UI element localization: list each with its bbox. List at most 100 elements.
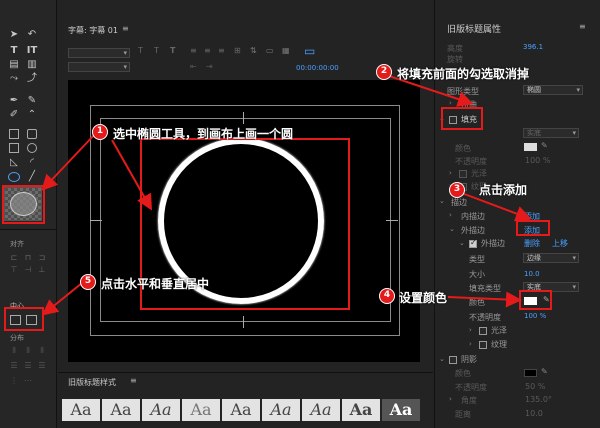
shadow-opacity-value[interactable]: 50 % bbox=[525, 382, 545, 391]
shadow-eyedropper-icon[interactable]: ✎ bbox=[541, 367, 548, 376]
style-tile[interactable]: Aa bbox=[102, 399, 140, 421]
properties-menu-icon[interactable]: ≡ bbox=[579, 22, 586, 31]
add-anchor-tool-icon[interactable]: ✎ bbox=[26, 95, 38, 107]
text-kerning-icon[interactable]: ⇤ bbox=[190, 62, 197, 71]
shadow-checkbox[interactable] bbox=[449, 356, 457, 364]
align-middle-icon[interactable]: ⊣ bbox=[22, 264, 34, 276]
distribute-center-icon[interactable]: ⫴ bbox=[22, 345, 34, 357]
divider bbox=[0, 229, 57, 230]
align-right-icon[interactable]: ⊐ bbox=[36, 252, 48, 264]
rotate-tool-icon[interactable]: ↶ bbox=[26, 29, 38, 41]
style-tile[interactable]: Aa bbox=[182, 399, 220, 421]
panel-menu-icon[interactable]: ≡ bbox=[122, 24, 129, 33]
styles-menu-icon[interactable]: ≡ bbox=[130, 376, 137, 385]
inner-stroke-chevron-icon[interactable]: › bbox=[449, 211, 452, 219]
distribute-v-icon[interactable]: ⋯ bbox=[22, 375, 34, 387]
new-title-icon[interactable]: T bbox=[138, 46, 143, 55]
style-tile[interactable]: Aa bbox=[142, 399, 180, 421]
stroke-texture-checkbox[interactable] bbox=[479, 341, 487, 349]
selection-tool-icon[interactable]: ➤ bbox=[8, 29, 20, 41]
style-tile[interactable]: Aa bbox=[62, 399, 100, 421]
style-tile[interactable]: Aa bbox=[262, 399, 300, 421]
rounded-corner-rectangle-tool-icon[interactable] bbox=[27, 143, 37, 153]
align-center-text-icon[interactable]: ≡ bbox=[204, 46, 211, 55]
distribute-top-icon[interactable]: ☰ bbox=[8, 360, 20, 372]
align-left-text-icon[interactable]: ≡ bbox=[190, 46, 197, 55]
distribute-middle-icon[interactable]: ☰ bbox=[22, 360, 34, 372]
align-left-icon[interactable]: ⊏ bbox=[8, 252, 20, 264]
step1-badge: 1 bbox=[92, 124, 108, 140]
style-tile[interactable]: Aa bbox=[222, 399, 260, 421]
vertical-type-tool-icon[interactable]: IT bbox=[26, 45, 38, 57]
shadow-angle-value[interactable]: 135.0° bbox=[525, 395, 552, 404]
rounded-rectangle-tool-icon[interactable] bbox=[27, 129, 37, 139]
stroke-gloss-label: 光泽 bbox=[491, 326, 507, 335]
fill-type-dropdown[interactable]: 实底 bbox=[523, 128, 579, 138]
shadow-chevron-icon[interactable]: ⌄ bbox=[439, 355, 445, 363]
roll-crawl-icon[interactable]: ⇅ bbox=[250, 46, 257, 55]
delete-anchor-tool-icon[interactable]: ✐ bbox=[8, 109, 20, 121]
distribute-right-icon[interactable]: ⫴ bbox=[36, 345, 48, 357]
outer-stroke-chevron-icon[interactable]: ⌄ bbox=[449, 225, 455, 233]
vertical-path-type-tool-icon[interactable]: ⤴ bbox=[26, 73, 38, 85]
tab-stops-icon[interactable]: ⊞ bbox=[234, 46, 241, 55]
outer-stroke-item-chevron-icon[interactable]: ⌄ bbox=[459, 239, 465, 247]
shadow-distance-value[interactable]: 10.0 bbox=[525, 409, 543, 418]
text-leading-icon[interactable]: ⇥ bbox=[206, 62, 213, 71]
type-dropdown[interactable]: 边缘 bbox=[523, 253, 579, 263]
align-right-text-icon[interactable]: ≡ bbox=[218, 46, 225, 55]
rectangle-tool-icon[interactable] bbox=[9, 129, 19, 139]
align-top-icon[interactable]: ⊤ bbox=[8, 264, 20, 276]
text-size-icon[interactable]: T bbox=[154, 46, 159, 55]
ellipse-tool-icon[interactable] bbox=[8, 172, 20, 182]
shadow-color-swatch[interactable] bbox=[524, 369, 537, 377]
eyedropper-icon[interactable]: ✎ bbox=[541, 141, 548, 150]
style-tile[interactable]: Aa bbox=[302, 399, 340, 421]
align-center-icon[interactable]: ⊓ bbox=[22, 252, 34, 264]
stroke-chevron-icon[interactable]: ⌄ bbox=[439, 197, 445, 205]
font-style-dropdown[interactable] bbox=[68, 62, 130, 72]
shadow-angle-chevron-icon[interactable]: › bbox=[449, 395, 452, 403]
outer-stroke-item-checkbox[interactable] bbox=[469, 238, 477, 248]
convert-anchor-tool-icon[interactable]: ⌃ bbox=[26, 109, 38, 121]
show-video-icon[interactable]: ▦ bbox=[282, 46, 290, 55]
stroke-opacity-value[interactable]: 100 % bbox=[524, 312, 546, 320]
line-tool-icon[interactable]: ╱ bbox=[26, 171, 38, 183]
pen-tool-icon[interactable]: ✒ bbox=[8, 95, 20, 107]
type-tool-icon[interactable]: T bbox=[8, 45, 20, 57]
gloss-chevron-icon[interactable]: › bbox=[449, 169, 452, 177]
tab-icon[interactable]: ▭ bbox=[266, 46, 274, 55]
size-value[interactable]: 10.0 bbox=[524, 270, 540, 278]
shape-type-dropdown[interactable]: 椭圆 bbox=[523, 85, 583, 95]
clipped-corner-rectangle-tool-icon[interactable] bbox=[9, 143, 19, 153]
arc-tool-icon[interactable]: ◜ bbox=[26, 157, 38, 169]
stroke-gloss-chevron-icon[interactable]: › bbox=[469, 326, 472, 334]
gloss-checkbox[interactable] bbox=[459, 170, 467, 178]
timecode[interactable]: 00:00:00:00 bbox=[296, 64, 339, 72]
vertical-area-type-tool-icon[interactable]: ▥ bbox=[26, 59, 38, 71]
area-type-tool-icon[interactable]: ▤ bbox=[8, 59, 20, 71]
delete-link[interactable]: 删除 bbox=[524, 238, 540, 249]
style-tile[interactable]: Aa bbox=[342, 399, 380, 421]
path-type-tool-icon[interactable]: ⤳ bbox=[8, 73, 20, 85]
style-tile[interactable]: Aa bbox=[382, 399, 420, 421]
shadow-color-label: 颜色 bbox=[455, 369, 471, 378]
bold-icon[interactable]: T bbox=[170, 46, 175, 55]
center-buttons-highlight bbox=[4, 307, 44, 331]
stroke-gloss-checkbox[interactable] bbox=[479, 327, 487, 335]
wedge-tool-icon[interactable]: ◺ bbox=[8, 157, 20, 169]
distribute-left-icon[interactable]: ⫴ bbox=[8, 345, 20, 357]
expand-chevron-icon[interactable]: › bbox=[449, 99, 452, 107]
height-value[interactable]: 396.1 bbox=[523, 43, 543, 51]
step4-badge: 4 bbox=[379, 288, 395, 304]
move-up-link[interactable]: 上移 bbox=[552, 238, 568, 249]
fill-color-swatch[interactable] bbox=[524, 143, 537, 151]
add-link-highlight bbox=[516, 220, 550, 236]
distribute-h-icon[interactable]: ⋮ bbox=[8, 375, 20, 387]
align-bottom-icon[interactable]: ⊥ bbox=[36, 264, 48, 276]
video-timeline-icon[interactable]: ▭ bbox=[304, 44, 315, 58]
distribute-bottom-icon[interactable]: ☰ bbox=[36, 360, 48, 372]
font-family-dropdown[interactable] bbox=[68, 48, 130, 58]
opacity-value[interactable]: 100 % bbox=[525, 156, 550, 165]
stroke-texture-chevron-icon[interactable]: › bbox=[469, 340, 472, 348]
